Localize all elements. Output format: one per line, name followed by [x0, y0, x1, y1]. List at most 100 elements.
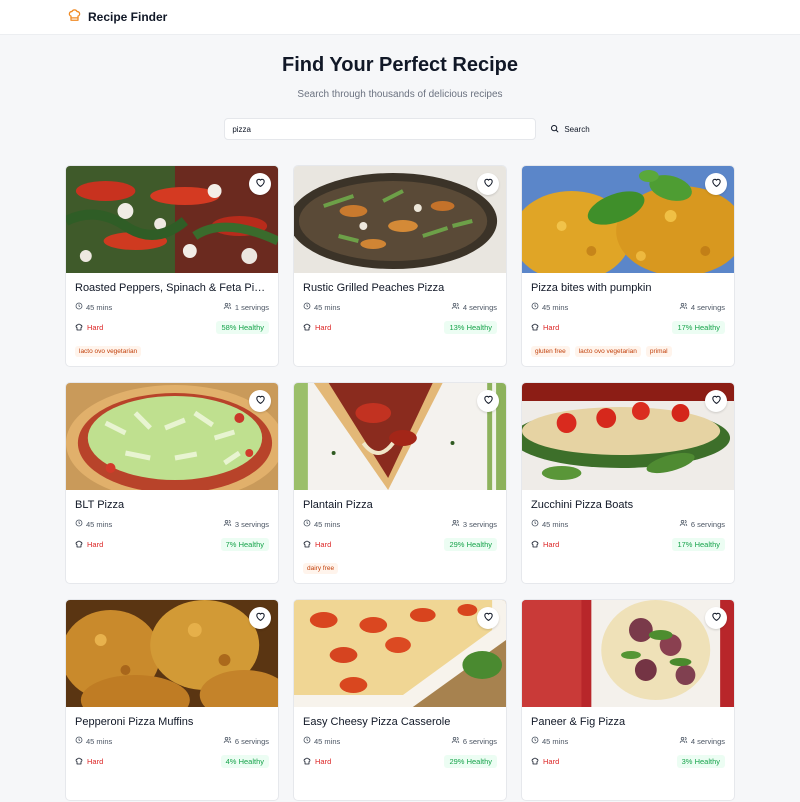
servings-label: 6 servings [690, 519, 725, 529]
chef-hat-icon [75, 757, 83, 767]
difficulty-label: Hard [315, 323, 332, 332]
recipe-card[interactable]: Zucchini Pizza Boats 45 mins 6 servings … [521, 382, 735, 584]
navbar: Recipe Finder [0, 0, 800, 35]
diet-tags: lacto ovo vegetarian [75, 346, 269, 357]
recipe-title[interactable]: Plantain Pizza [303, 499, 497, 511]
chef-hat-icon [531, 323, 539, 333]
health-score-badge: 58% Healthy [216, 321, 269, 334]
cook-time: 45 mins [531, 302, 568, 312]
favorite-button[interactable] [477, 390, 499, 412]
recipe-image [294, 166, 506, 273]
servings: 6 servings [679, 519, 725, 529]
recipe-card[interactable]: Rustic Grilled Peaches Pizza 45 mins 4 s… [293, 165, 507, 367]
recipe-title[interactable]: Paneer & Fig Pizza [531, 716, 725, 728]
difficulty-label: Hard [543, 323, 560, 332]
favorite-button[interactable] [705, 607, 727, 629]
search-button-label: Search [564, 124, 590, 134]
recipe-card[interactable]: Pepperoni Pizza Muffins 45 mins 6 servin… [65, 599, 279, 801]
health-score-badge: 4% Healthy [220, 755, 269, 768]
cook-time: 45 mins [75, 736, 112, 746]
health-score-badge: 3% Healthy [676, 755, 725, 768]
cook-time: 45 mins [303, 736, 340, 746]
recipe-image [66, 166, 278, 273]
favorite-button[interactable] [249, 390, 271, 412]
clock-icon [531, 519, 539, 529]
favorite-button[interactable] [705, 173, 727, 195]
servings-label: 4 servings [462, 302, 497, 312]
recipe-title[interactable]: Pizza bites with pumpkin [531, 282, 725, 294]
difficulty-label: Hard [543, 540, 560, 549]
recipe-title[interactable]: Zucchini Pizza Boats [531, 499, 725, 511]
recipe-card[interactable]: Paneer & Fig Pizza 45 mins 4 servings Ha… [521, 599, 735, 801]
chef-hat-icon [303, 323, 311, 333]
heart-icon [255, 609, 266, 627]
servings-label: 1 servings [234, 302, 269, 312]
recipe-image [66, 600, 278, 707]
servings-label: 4 servings [690, 736, 725, 746]
recipe-card[interactable]: Roasted Peppers, Spinach & Feta Pizza 45… [65, 165, 279, 367]
cook-time-label: 45 mins [542, 736, 569, 746]
servings-label: 4 servings [690, 302, 725, 312]
difficulty-label: Hard [315, 757, 332, 766]
servings: 4 servings [679, 302, 725, 312]
favorite-button[interactable] [249, 173, 271, 195]
search-input[interactable] [224, 118, 537, 140]
chef-hat-icon [67, 8, 82, 27]
favorite-button[interactable] [249, 607, 271, 629]
favorite-button[interactable] [477, 173, 499, 195]
recipe-grid: Roasted Peppers, Spinach & Feta Pizza 45… [65, 165, 735, 801]
cook-time-label: 45 mins [542, 302, 569, 312]
cook-time-label: 45 mins [86, 736, 113, 746]
cook-time: 45 mins [303, 302, 340, 312]
diet-tags: dairy free [303, 563, 497, 574]
recipe-title[interactable]: Easy Cheesy Pizza Casserole [303, 716, 497, 728]
servings: 4 servings [679, 736, 725, 746]
recipe-title[interactable]: BLT Pizza [75, 499, 269, 511]
servings: 3 servings [451, 519, 497, 529]
clock-icon [75, 519, 83, 529]
clock-icon [531, 302, 539, 312]
difficulty: Hard [531, 323, 559, 333]
users-icon [223, 519, 232, 529]
search-button[interactable]: Search [544, 120, 595, 139]
recipe-title[interactable]: Rustic Grilled Peaches Pizza [303, 282, 497, 294]
users-icon [451, 302, 460, 312]
heart-icon [255, 175, 266, 193]
heart-icon [255, 392, 266, 410]
recipe-card[interactable]: Pizza bites with pumpkin 45 mins 4 servi… [521, 165, 735, 367]
servings: 4 servings [451, 302, 497, 312]
difficulty-label: Hard [315, 540, 332, 549]
users-icon [679, 736, 688, 746]
difficulty: Hard [303, 757, 331, 767]
search-bar: Search [20, 118, 800, 140]
clock-icon [75, 302, 83, 312]
page-subtitle: Search through thousands of delicious re… [297, 89, 503, 100]
favorite-button[interactable] [705, 390, 727, 412]
recipe-card[interactable]: Plantain Pizza 45 mins 3 servings Hard 2… [293, 382, 507, 584]
hero: Find Your Perfect Recipe Search through … [0, 54, 800, 140]
servings: 3 servings [223, 519, 269, 529]
cook-time-label: 45 mins [314, 519, 341, 529]
recipe-title[interactable]: Roasted Peppers, Spinach & Feta Pizza [75, 282, 269, 294]
heart-icon [711, 609, 722, 627]
app-title: Recipe Finder [88, 10, 168, 24]
difficulty: Hard [531, 757, 559, 767]
heart-icon [483, 609, 494, 627]
chef-hat-icon [75, 323, 83, 333]
servings-label: 3 servings [462, 519, 497, 529]
difficulty: Hard [75, 757, 103, 767]
brand[interactable]: Recipe Finder [67, 8, 167, 27]
difficulty: Hard [75, 323, 103, 333]
diet-tag: lacto ovo vegetarian [574, 346, 641, 357]
recipe-card[interactable]: BLT Pizza 45 mins 3 servings Hard 7% Hea… [65, 382, 279, 584]
health-score-badge: 13% Healthy [444, 321, 497, 334]
favorite-button[interactable] [477, 607, 499, 629]
difficulty-label: Hard [543, 757, 560, 766]
recipe-title[interactable]: Pepperoni Pizza Muffins [75, 716, 269, 728]
heart-icon [711, 175, 722, 193]
difficulty: Hard [303, 323, 331, 333]
users-icon [223, 302, 232, 312]
health-score-badge: 29% Healthy [444, 755, 497, 768]
recipe-card[interactable]: Easy Cheesy Pizza Casserole 45 mins 6 se… [293, 599, 507, 801]
cook-time-label: 45 mins [542, 519, 569, 529]
